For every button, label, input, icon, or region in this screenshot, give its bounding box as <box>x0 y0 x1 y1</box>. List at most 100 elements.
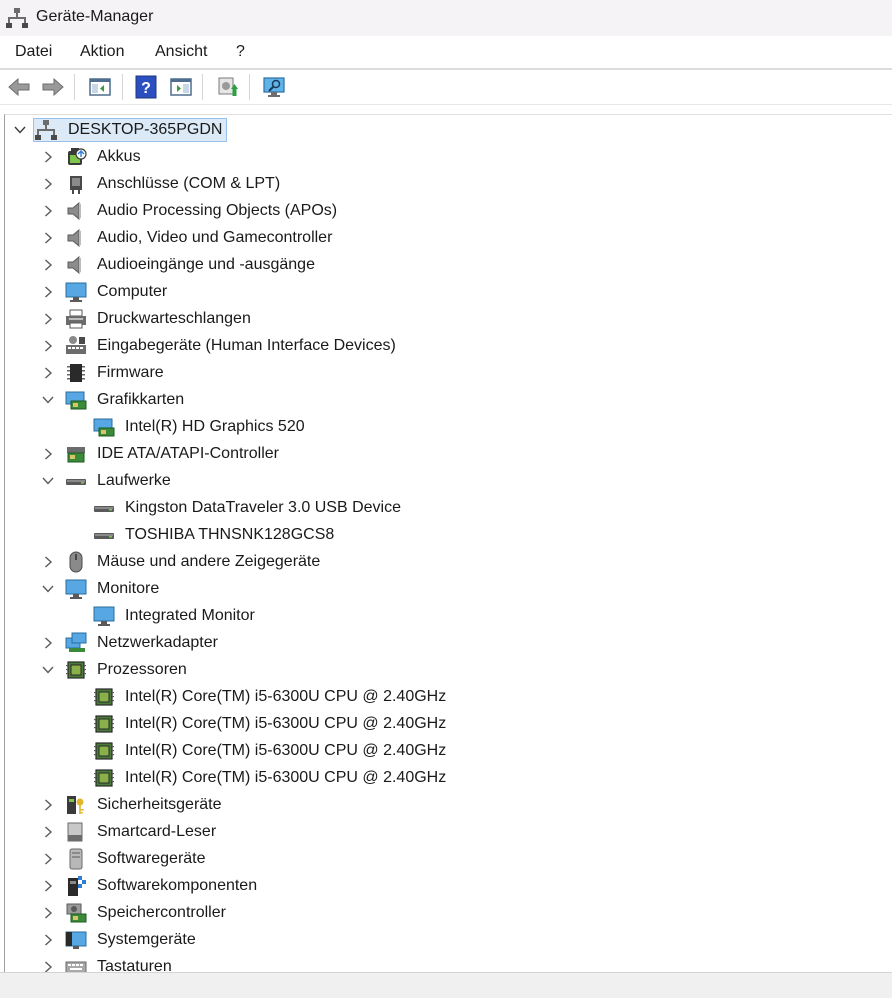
tree-category[interactable]: Firmware <box>5 360 892 387</box>
chevron-right-icon[interactable] <box>41 825 55 839</box>
tree-category[interactable]: Druckwarteschlangen <box>5 306 892 333</box>
tree-category[interactable]: Systemgeräte <box>5 927 892 954</box>
tree-category[interactable]: Grafikkarten <box>5 387 892 414</box>
tree-device[interactable]: Intel(R) HD Graphics 520 <box>5 414 892 441</box>
cpu-icon <box>94 769 114 787</box>
tree-category[interactable]: Softwarekomponenten <box>5 873 892 900</box>
chevron-right-icon[interactable] <box>41 339 55 353</box>
tree-device[interactable]: Kingston DataTraveler 3.0 USB Device <box>5 495 892 522</box>
tree-category[interactable]: Akkus <box>5 144 892 171</box>
tree-category[interactable]: Tastaturen <box>5 954 892 973</box>
chevron-down-icon[interactable] <box>41 663 55 677</box>
tree-device[interactable]: Intel(R) Core(TM) i5-6300U CPU @ 2.40GHz <box>5 738 892 765</box>
tree-category[interactable]: Audio, Video und Gamecontroller <box>5 225 892 252</box>
tree-category[interactable]: Speichercontroller <box>5 900 892 927</box>
menu-datei[interactable]: Datei <box>15 43 52 61</box>
chevron-right-icon[interactable] <box>41 312 55 326</box>
tree-item-label: Prozessoren <box>97 661 187 678</box>
printer-icon <box>66 309 86 329</box>
tree-category[interactable]: Anschlüsse (COM & LPT) <box>5 171 892 198</box>
tree-item-label: Sicherheitsgeräte <box>97 796 222 813</box>
tree-category[interactable]: IDE ATA/ATAPI-Controller <box>5 441 892 468</box>
tree-category[interactable]: Smartcard-Leser <box>5 819 892 846</box>
port-icon <box>70 176 82 194</box>
chevron-down-icon[interactable] <box>41 582 55 596</box>
tree-device[interactable]: Intel(R) Core(TM) i5-6300U CPU @ 2.40GHz <box>5 765 892 792</box>
chevron-right-icon[interactable] <box>41 366 55 380</box>
tree-item-label: Intel(R) HD Graphics 520 <box>125 418 305 435</box>
speaker-icon <box>67 255 81 275</box>
tree-category[interactable]: Computer <box>5 279 892 306</box>
tree-category[interactable]: Sicherheitsgeräte <box>5 792 892 819</box>
chevron-right-icon[interactable] <box>41 636 55 650</box>
tree-item-label: Grafikkarten <box>97 391 185 408</box>
chevron-right-icon[interactable] <box>41 447 55 461</box>
tree-root[interactable]: DESKTOP-365PGDN <box>5 117 892 144</box>
drive-icon <box>94 533 114 539</box>
tree-item-label: Audio Processing Objects (APOs) <box>97 202 338 219</box>
tree-device[interactable]: Intel(R) Core(TM) i5-6300U CPU @ 2.40GHz <box>5 711 892 738</box>
chevron-right-icon[interactable] <box>41 150 55 164</box>
tree-item-label: Smartcard-Leser <box>97 823 217 840</box>
chevron-right-icon[interactable] <box>41 258 55 272</box>
tree-category[interactable]: Monitore <box>5 576 892 603</box>
toolbar: ? <box>0 70 892 105</box>
tree-item-label: Tastaturen <box>97 958 172 973</box>
chevron-right-icon[interactable] <box>41 933 55 947</box>
update-driver-icon[interactable] <box>216 75 240 99</box>
tree-category[interactable]: Audio Processing Objects (APOs) <box>5 198 892 225</box>
chevron-down-icon[interactable] <box>13 123 27 137</box>
menu-ansicht[interactable]: Ansicht <box>155 43 207 61</box>
chevron-down-icon[interactable] <box>41 393 55 407</box>
tree-category[interactable]: Eingabegeräte (Human Interface Devices) <box>5 333 892 360</box>
tree-device[interactable]: TOSHIBA THNSNK128GCS8 <box>5 522 892 549</box>
tree-category[interactable]: Laufwerke <box>5 468 892 495</box>
back-icon[interactable] <box>7 75 31 99</box>
tree-item-label: Anschlüsse (COM & LPT) <box>97 175 281 192</box>
tree-item-label: Speichercontroller <box>97 904 226 921</box>
root-label[interactable]: DESKTOP-365PGDN <box>33 118 228 142</box>
chevron-right-icon[interactable] <box>41 906 55 920</box>
help-icon[interactable]: ? <box>134 75 158 99</box>
tree-category[interactable]: Softwaregeräte <box>5 846 892 873</box>
tree-category[interactable]: Mäuse und andere Zeigegeräte <box>5 549 892 576</box>
tree-category[interactable]: Netzwerkadapter <box>5 630 892 657</box>
chevron-right-icon[interactable] <box>41 555 55 569</box>
cpu-icon <box>94 688 114 706</box>
tree-item-label: Netzwerkadapter <box>97 634 218 651</box>
chevron-down-icon[interactable] <box>41 474 55 488</box>
menu-aktion[interactable]: Aktion <box>80 43 124 61</box>
tree-category[interactable]: Audioeingänge und -ausgänge <box>5 252 892 279</box>
tree-item-label: Integrated Monitor <box>125 607 255 624</box>
svg-text:?: ? <box>141 80 151 97</box>
chevron-right-icon[interactable] <box>41 231 55 245</box>
menu-help[interactable]: ? <box>236 43 245 61</box>
speaker-icon <box>67 201 81 221</box>
chevron-right-icon[interactable] <box>41 798 55 812</box>
tree-device[interactable]: Integrated Monitor <box>5 603 892 630</box>
mouse-icon <box>69 551 83 573</box>
toolbar-separator <box>74 74 75 100</box>
tree-item-label: Monitore <box>97 580 160 597</box>
chevron-right-icon[interactable] <box>41 285 55 299</box>
storage-controller-icon <box>66 903 87 923</box>
properties-icon[interactable] <box>169 75 193 99</box>
monitor-icon <box>65 282 87 302</box>
security-icon <box>67 796 84 814</box>
chevron-right-icon[interactable] <box>41 204 55 218</box>
chevron-right-icon[interactable] <box>41 879 55 893</box>
cpu-icon <box>94 742 114 760</box>
forward-icon[interactable] <box>41 75 65 99</box>
chevron-right-icon[interactable] <box>41 177 55 191</box>
show-hide-tree-icon[interactable] <box>88 75 112 99</box>
tree-device[interactable]: Intel(R) Core(TM) i5-6300U CPU @ 2.40GHz <box>5 684 892 711</box>
device-tree[interactable]: DESKTOP-365PGDN Akkus Anschlüsse (COM & L… <box>4 114 892 973</box>
scan-hardware-icon[interactable] <box>262 75 286 99</box>
chevron-right-icon[interactable] <box>41 852 55 866</box>
battery-icon <box>68 148 87 165</box>
software-component-icon <box>68 876 86 896</box>
tree-item-label: Softwarekomponenten <box>97 877 258 894</box>
status-bar <box>0 972 892 998</box>
tree-category[interactable]: Prozessoren <box>5 657 892 684</box>
window-title: Geräte-Manager <box>36 8 154 25</box>
